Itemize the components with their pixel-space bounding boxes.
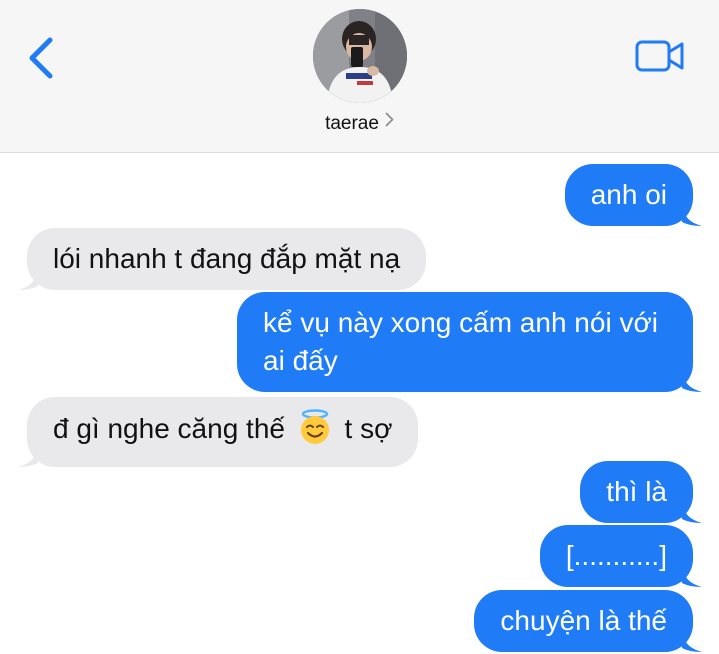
bubble-tail: [682, 501, 702, 523]
message-text: đ gì nghe căng thế: [53, 413, 285, 444]
conversation-header: taerae: [0, 0, 719, 153]
message-text: kể vụ này xong cấm anh nói với ai đấy: [263, 307, 659, 376]
video-camera-icon: [635, 40, 684, 72]
message-text: [...........]: [565, 540, 667, 571]
bubble-tail: [682, 370, 702, 392]
contact-name: taerae: [325, 113, 379, 134]
avatar-photo: [313, 9, 407, 103]
message-text: thì là: [606, 476, 667, 507]
back-button[interactable]: [22, 34, 62, 82]
message-bubble-outgoing[interactable]: [...........]: [539, 525, 702, 587]
contact-name-button[interactable]: taerae: [0, 113, 719, 135]
message-text: chuyện là thế: [500, 605, 667, 636]
bubble-tail: [18, 445, 38, 467]
bubble-tail: [18, 268, 38, 290]
message-text: anh oi: [590, 179, 667, 210]
message-bubble-incoming[interactable]: đ gì nghe căng thế t sợ: [18, 397, 419, 467]
facetime-video-button[interactable]: [634, 38, 686, 74]
contact-avatar[interactable]: [313, 9, 407, 103]
message-bubble-outgoing[interactable]: kể vụ này xong cấm anh nói với ai đấy: [237, 292, 702, 392]
message-text: t sợ: [344, 413, 393, 444]
message-thread[interactable]: anh oi lói nhanh t đang đắp mặt nạ kể vụ…: [0, 153, 719, 654]
message-bubble-outgoing[interactable]: anh oi: [564, 164, 702, 226]
message-bubble-incoming[interactable]: lói nhanh t đang đắp mặt nạ: [18, 228, 427, 290]
bubble-tail: [682, 565, 702, 587]
chevron-left-icon: [29, 37, 53, 79]
message-bubble-outgoing[interactable]: thì là: [580, 461, 702, 523]
bubble-tail: [682, 204, 702, 226]
message-text: lói nhanh t đang đắp mặt nạ: [53, 243, 401, 274]
chevron-right-icon: [385, 111, 394, 133]
bubble-tail: [682, 630, 702, 652]
message-bubble-outgoing[interactable]: chuyện là thế: [474, 590, 702, 652]
smiling-face-with-halo-icon: [297, 409, 333, 455]
